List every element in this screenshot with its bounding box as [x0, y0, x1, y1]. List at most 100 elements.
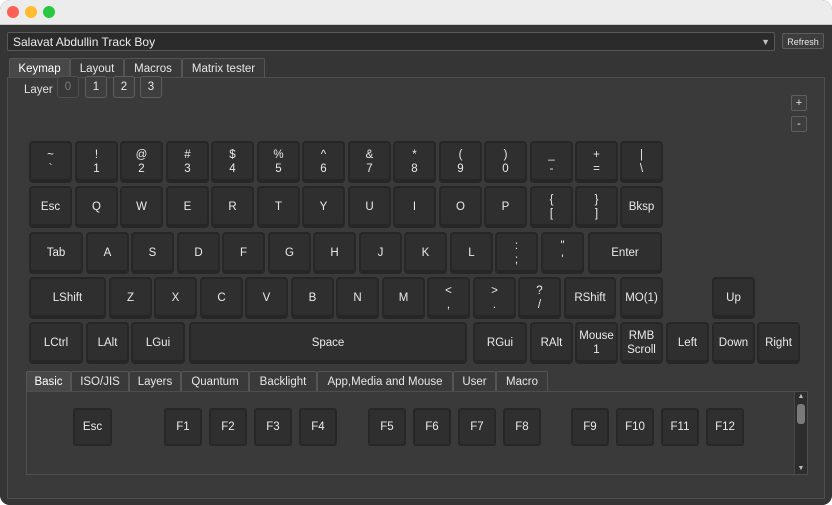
- key-r4-c3[interactable]: Space: [189, 322, 467, 364]
- key-r1-c0[interactable]: Esc: [29, 186, 72, 228]
- scroll-down-icon[interactable]: ▼: [795, 464, 807, 474]
- key-r0-c6[interactable]: ^ 6: [302, 141, 345, 183]
- keycode-f4[interactable]: F4: [299, 408, 337, 446]
- key-r1-c11[interactable]: {[: [530, 186, 573, 228]
- keycode-f7[interactable]: F7: [458, 408, 496, 446]
- zoom-in-button[interactable]: +: [791, 95, 807, 111]
- key-r1-c4[interactable]: R: [211, 186, 254, 228]
- key-r3-c13[interactable]: Up: [712, 277, 755, 319]
- key-r0-c1[interactable]: ! 1: [75, 141, 118, 183]
- keycode-tab-backlight[interactable]: Backlight: [249, 371, 317, 391]
- key-r2-c0[interactable]: Tab: [29, 232, 83, 274]
- layer-button-0[interactable]: 0: [57, 76, 79, 98]
- key-r3-c2[interactable]: X: [154, 277, 197, 319]
- close-window-button[interactable]: [7, 6, 19, 18]
- keycode-f6[interactable]: F6: [413, 408, 451, 446]
- key-r3-c1[interactable]: Z: [109, 277, 152, 319]
- key-r4-c9[interactable]: Down: [712, 322, 755, 364]
- key-r3-c6[interactable]: N: [336, 277, 379, 319]
- zoom-out-button[interactable]: -: [791, 116, 807, 132]
- key-r3-c7[interactable]: M: [382, 277, 425, 319]
- key-r1-c8[interactable]: I: [393, 186, 436, 228]
- key-r2-c3[interactable]: D: [177, 232, 220, 274]
- key-r0-c11[interactable]: _ -: [530, 141, 573, 183]
- key-r4-c7[interactable]: RMB Scroll: [620, 322, 663, 364]
- key-r3-c5[interactable]: B: [291, 277, 334, 319]
- keycode-esc[interactable]: Esc: [73, 408, 112, 446]
- keycode-tab-basic[interactable]: Basic: [26, 371, 71, 391]
- key-r3-c9[interactable]: >.: [473, 277, 516, 319]
- keycode-scrollbar[interactable]: ▲ ▼: [794, 392, 807, 474]
- key-r3-c4[interactable]: V: [245, 277, 288, 319]
- keycode-tab-user[interactable]: User: [453, 371, 496, 391]
- keycode-f10[interactable]: F10: [616, 408, 654, 446]
- key-r1-c13[interactable]: Bksp: [620, 186, 663, 228]
- key-r0-c9[interactable]: (9: [439, 141, 482, 183]
- key-r0-c5[interactable]: % 5: [257, 141, 300, 183]
- key-r1-c6[interactable]: Y: [302, 186, 345, 228]
- key-r4-c5[interactable]: RAlt: [530, 322, 573, 364]
- key-r4-c4[interactable]: RGui: [473, 322, 527, 364]
- key-r3-c0[interactable]: LShift: [29, 277, 106, 319]
- key-r2-c5[interactable]: G: [268, 232, 311, 274]
- key-r2-c6[interactable]: H: [313, 232, 356, 274]
- keycode-f8[interactable]: F8: [503, 408, 541, 446]
- key-r2-c10[interactable]: :;: [495, 232, 538, 274]
- key-r0-c0[interactable]: ~ `: [29, 141, 72, 183]
- key-r4-c2[interactable]: LGui: [131, 322, 185, 364]
- tab-layout[interactable]: Layout: [70, 58, 124, 78]
- key-r4-c6[interactable]: Mouse 1: [575, 322, 618, 364]
- key-r4-c1[interactable]: LAlt: [86, 322, 129, 364]
- minimize-window-button[interactable]: [25, 6, 37, 18]
- key-r3-c10[interactable]: ? /: [518, 277, 561, 319]
- key-r2-c2[interactable]: S: [131, 232, 174, 274]
- device-select[interactable]: Salavat Abdullin Track Boy ▼: [7, 32, 775, 51]
- scrollbar-thumb[interactable]: [797, 404, 805, 424]
- key-r2-c4[interactable]: F: [222, 232, 265, 274]
- keycode-tab-quantum[interactable]: Quantum: [181, 371, 249, 391]
- key-r4-c8[interactable]: Left: [666, 322, 709, 364]
- key-r3-c3[interactable]: C: [200, 277, 243, 319]
- keycode-tab-app-media-mouse[interactable]: App,Media and Mouse: [317, 371, 453, 391]
- key-r0-c2[interactable]: @2: [120, 141, 163, 183]
- key-r1-c2[interactable]: W: [120, 186, 163, 228]
- tab-keymap[interactable]: Keymap: [9, 58, 70, 78]
- key-r3-c11[interactable]: RShift: [564, 277, 616, 319]
- keycode-f1[interactable]: F1: [164, 408, 202, 446]
- key-r3-c12[interactable]: MO(1): [620, 277, 663, 319]
- keycode-f5[interactable]: F5: [368, 408, 406, 446]
- key-r1-c9[interactable]: O: [439, 186, 482, 228]
- keycode-tab-layers[interactable]: Layers: [129, 371, 181, 391]
- keycode-f12[interactable]: F12: [706, 408, 744, 446]
- keycode-f3[interactable]: F3: [254, 408, 292, 446]
- key-r0-c8[interactable]: * 8: [393, 141, 436, 183]
- keycode-f2[interactable]: F2: [209, 408, 247, 446]
- key-r4-c10[interactable]: Right: [757, 322, 800, 364]
- key-r1-c1[interactable]: Q: [75, 186, 118, 228]
- key-r0-c12[interactable]: + =: [575, 141, 618, 183]
- layer-button-3[interactable]: 3: [140, 76, 162, 98]
- tab-matrix-tester[interactable]: Matrix tester: [182, 58, 265, 78]
- key-r2-c7[interactable]: J: [359, 232, 402, 274]
- keycode-f11[interactable]: F11: [661, 408, 699, 446]
- key-r1-c3[interactable]: E: [166, 186, 209, 228]
- key-r1-c12[interactable]: }]: [575, 186, 618, 228]
- refresh-button[interactable]: Refresh: [782, 33, 824, 49]
- key-r0-c10[interactable]: ) 0: [484, 141, 527, 183]
- key-r2-c11[interactable]: " ': [541, 232, 584, 274]
- keycode-tab-iso-jis[interactable]: ISO/JIS: [71, 371, 129, 391]
- key-r0-c13[interactable]: | \: [620, 141, 663, 183]
- layer-button-2[interactable]: 2: [113, 76, 135, 98]
- key-r0-c4[interactable]: $4: [211, 141, 254, 183]
- key-r4-c0[interactable]: LCtrl: [29, 322, 83, 364]
- key-r2-c9[interactable]: L: [450, 232, 493, 274]
- layer-button-1[interactable]: 1: [85, 76, 107, 98]
- key-r0-c3[interactable]: #3: [166, 141, 209, 183]
- key-r1-c5[interactable]: T: [257, 186, 300, 228]
- key-r1-c7[interactable]: U: [348, 186, 391, 228]
- keycode-f9[interactable]: F9: [571, 408, 609, 446]
- key-r2-c8[interactable]: K: [404, 232, 447, 274]
- key-r2-c1[interactable]: A: [86, 232, 129, 274]
- key-r3-c8[interactable]: <,: [427, 277, 470, 319]
- tab-macros[interactable]: Macros: [124, 58, 182, 78]
